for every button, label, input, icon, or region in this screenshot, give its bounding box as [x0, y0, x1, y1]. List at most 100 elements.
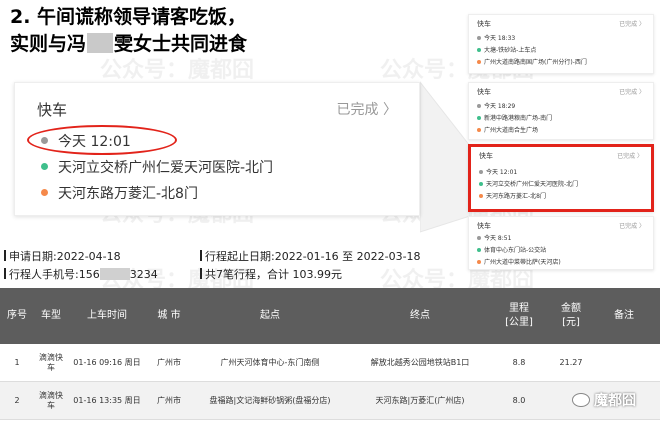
cell-no: 1 [14, 358, 20, 367]
mini-to-row: 广州大道中菜蒂比萨(天河店) [477, 257, 561, 266]
col-note: 备注 [614, 310, 634, 321]
headline-line1: 2. 午间谎称领导请客吃饭， [10, 6, 247, 28]
bullet-bar [4, 250, 6, 261]
bullet-bar [4, 268, 6, 279]
trip-total: 共7笔行程，合计 103.99元 [200, 266, 342, 282]
mini-from-row: 新港中路港粮南广场-南门 [477, 113, 552, 122]
headline-line2-part1: 实则与冯 [10, 33, 87, 55]
mini-trip-card[interactable]: 快车 已完成 〉 今天 8:51 体育中心东门站-公交站 广州大道中菜蒂比萨(天… [468, 216, 654, 270]
cell-amount: 21.27 [559, 358, 583, 367]
mini-from: 天河立交桥广州仁爱天河医院-北门 [486, 181, 579, 188]
mini-time: 今天 18:33 [484, 35, 516, 42]
trip-range: 行程起止日期:2022-01-16 至 2022-03-18 [200, 248, 421, 264]
trip-status[interactable]: 已完成 〉 [337, 99, 397, 119]
cell-to: 天河东路|万菱汇(广州店) [375, 396, 465, 405]
mini-time: 今天 12:01 [486, 169, 518, 176]
cell-time: 01-16 09:16 周日 [73, 358, 141, 367]
zoom-projection [420, 81, 470, 233]
wechat-icon [572, 393, 590, 407]
mini-trip-status: 已完成 〉 [617, 153, 643, 160]
phone-suffix: 3234 [129, 268, 158, 281]
end-dot-icon [477, 260, 481, 264]
cell-km: 8.8 [512, 358, 526, 367]
trip-to: 天河东路万菱汇-北8门 [58, 186, 198, 202]
blurred-phone-digits [99, 268, 130, 280]
mini-from-row: 大塘-铁砂站-上车点 [477, 45, 536, 54]
mini-to-row: 广州大道南路南国广场(广州分行)-西门 [477, 57, 587, 66]
zoomed-trip-card[interactable]: 快车 已完成 〉 今天 12:01 天河立交桥广州仁爱天河医院-北门 天河东路万… [14, 82, 420, 216]
start-dot-icon [477, 48, 481, 52]
col-time: 上车时间 [87, 310, 127, 321]
mini-time: 今天 18:29 [484, 103, 516, 110]
trip-from: 天河立交桥广州仁爱天河医院-北门 [58, 160, 274, 176]
mini-time-row: 今天 12:01 [479, 167, 517, 176]
mini-trip-card[interactable]: 快车 已完成 〉 今天 18:29 新港中路港粮南广场-南门 广州大道南合生广场 [468, 82, 654, 140]
trip-time: 今天 12:01 [58, 134, 131, 150]
apply-date: 申请日期:2022-04-18 [4, 248, 121, 264]
brand-logo: 魔都囧 [572, 390, 636, 410]
mini-to: 天河东路万菱汇-北8门 [486, 193, 546, 200]
headline: 2. 午间谎称领导请客吃饭， 实则与冯 雯女士共同进食 [10, 4, 247, 58]
apply-date-text: 申请日期:2022-04-18 [9, 250, 121, 263]
mini-to-row: 天河东路万菱汇-北8门 [479, 191, 546, 200]
cell-km: 8.0 [512, 396, 526, 405]
mini-to: 广州大道中菜蒂比萨(天河店) [484, 259, 561, 266]
trip-to-row: 天河东路万菱汇-北8门 [41, 183, 198, 203]
start-dot-icon [479, 182, 483, 186]
col-to: 终点 [410, 310, 430, 321]
mini-trip-card[interactable]: 快车 已完成 〉 今天 18:33 大塘-铁砂站-上车点 广州大道南路南国广场(… [468, 14, 654, 74]
brand-name: 魔都囧 [594, 393, 636, 409]
bullet-bar [200, 268, 202, 279]
phone-prefix: 行程人手机号:156 [9, 268, 100, 281]
cell-city: 广州市 [157, 396, 181, 405]
mini-time-row: 今天 18:29 [477, 101, 515, 110]
table-row[interactable]: 1 滴滴快车 01-16 09:16 周日 广州市 广州天河体育中心-东门南侧 … [0, 344, 660, 382]
cell-from: 盘福路|文记海鲜砂锅粥(盘福分店) [209, 396, 331, 405]
clock-dot-icon [479, 170, 483, 174]
cell-time: 01-16 13:35 周日 [73, 396, 141, 405]
mini-trip-status: 已完成 〉 [619, 89, 645, 96]
clock-dot-icon [477, 36, 481, 40]
end-dot-icon [41, 189, 48, 196]
start-dot-icon [477, 248, 481, 252]
cell-to: 解放北越秀公园地铁站B1口 [370, 358, 470, 367]
headline-line2-part2: 雯女士共同进食 [114, 33, 248, 55]
phone-number: 行程人手机号:156 3234 [4, 266, 158, 282]
trip-type: 快车 [37, 101, 68, 119]
mini-from-row: 天河立交桥广州仁爱天河医院-北门 [479, 179, 578, 188]
mini-trip-card-highlighted[interactable]: 快车 已完成 〉 今天 12:01 天河立交桥广州仁爱天河医院-北门 天河东路万… [468, 144, 654, 212]
mini-from-row: 体育中心东门站-公交站 [477, 245, 546, 254]
mini-to-row: 广州大道南合生广场 [477, 125, 538, 134]
col-no: 序号 [7, 310, 27, 321]
mini-to: 广州大道南路南国广场(广州分行)-西门 [484, 59, 587, 66]
clock-dot-icon [477, 236, 481, 240]
trip-total-text: 共7笔行程，合计 103.99元 [205, 268, 342, 281]
trip-from-row: 天河立交桥广州仁爱天河医院-北门 [41, 157, 273, 177]
mini-from: 体育中心东门站-公交站 [484, 247, 547, 254]
trip-range-text: 行程起止日期:2022-01-16 至 2022-03-18 [205, 250, 421, 263]
table-header: 序号 车型 上车时间 城 市 起点 终点 里程 [公里] 金额 [元] 备注 [0, 288, 660, 344]
mini-trip-type: 快车 [479, 152, 493, 160]
cell-car: 滴滴快车 [39, 353, 63, 372]
col-km: 里程 [公里] [505, 303, 533, 328]
blurred-name [87, 33, 114, 53]
cell-city: 广州市 [157, 358, 181, 367]
start-dot-icon [41, 163, 48, 170]
mini-trip-type: 快车 [477, 20, 491, 28]
table-row[interactable]: 2 滴滴快车 01-16 13:35 周日 广州市 盘福路|文记海鲜砂锅粥(盘福… [0, 382, 660, 420]
mini-time: 今天 8:51 [484, 235, 512, 242]
end-dot-icon [477, 128, 481, 132]
mini-from: 新港中路港粮南广场-南门 [484, 115, 553, 122]
end-dot-icon [479, 194, 483, 198]
mini-trip-status: 已完成 〉 [619, 223, 645, 230]
col-city: 城 市 [157, 310, 181, 321]
col-amount: 金额 [元] [561, 303, 581, 328]
cell-no: 2 [14, 396, 20, 405]
cell-car: 滴滴快车 [39, 391, 63, 410]
headline-line2: 实则与冯 雯女士共同进食 [10, 31, 247, 58]
mini-time-row: 今天 18:33 [477, 33, 515, 42]
mini-trip-status: 已完成 〉 [619, 21, 645, 28]
cell-from: 广州天河体育中心-东门南侧 [220, 358, 320, 367]
mini-trip-type: 快车 [477, 88, 491, 96]
mini-trip-type: 快车 [477, 222, 491, 230]
